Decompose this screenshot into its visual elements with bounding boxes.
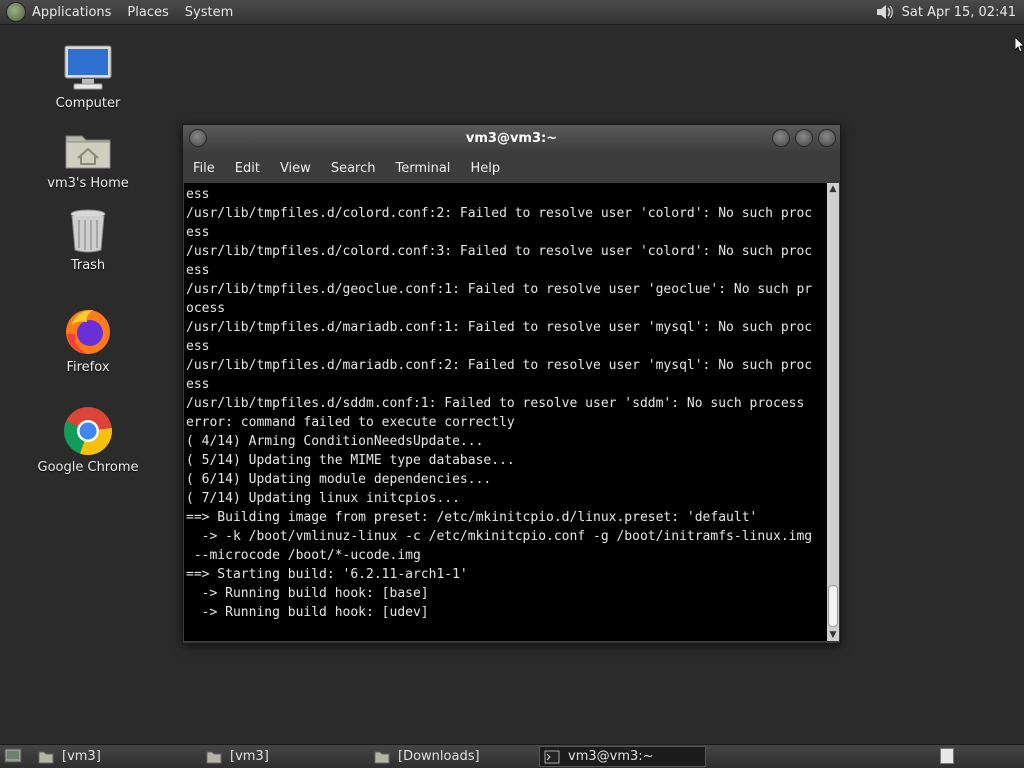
- terminal-line: /usr/lib/tmpfiles.d/colord.conf:2: Faile…: [186, 206, 813, 221]
- desktop-icon-trash[interactable]: Trash: [28, 208, 148, 273]
- terminal-line: ( 7/14) Updating linux initcpios...: [186, 491, 460, 506]
- terminal-line: error: command failed to execute correct…: [186, 415, 515, 430]
- terminal-line: -> Running build hook: [udev]: [186, 605, 429, 620]
- desktop-icon-firefox[interactable]: Firefox: [28, 306, 148, 375]
- terminal-line: ess: [186, 377, 210, 392]
- places-menu[interactable]: Places: [119, 0, 176, 25]
- taskbar-item-vm3-2[interactable]: [vm3]: [206, 746, 366, 767]
- terminal-line: ( 5/14) Updating the MIME type database.…: [186, 453, 515, 468]
- desktop-icon-label: Computer: [55, 96, 121, 111]
- menu-help[interactable]: Help: [460, 161, 510, 176]
- terminal-icon: [544, 750, 560, 763]
- vertical-scrollbar[interactable]: ▲ ▼: [827, 183, 839, 641]
- window-menu-icon[interactable]: [189, 129, 207, 147]
- terminal-line: ess: [186, 339, 210, 354]
- show-desktop-icon[interactable]: [4, 748, 22, 764]
- terminal-line: /usr/lib/tmpfiles.d/colord.conf:3: Faile…: [186, 244, 813, 259]
- terminal-line: ocess: [186, 301, 226, 316]
- clock[interactable]: Sat Apr 15, 02:41: [902, 5, 1024, 20]
- trash-icon: [70, 209, 106, 253]
- minimize-icon[interactable]: [772, 129, 790, 147]
- taskbar-item-vm3-1[interactable]: [vm3]: [38, 746, 198, 767]
- terminal-line: -> -k /boot/vmlinuz-linux -c /etc/mkinit…: [186, 529, 813, 544]
- top-panel: Applications Places System Sat Apr 15, 0…: [0, 0, 1024, 25]
- system-menu[interactable]: System: [177, 0, 241, 25]
- menu-terminal[interactable]: Terminal: [385, 161, 460, 176]
- taskbar-item-label: vm3@vm3:~: [568, 749, 654, 764]
- maximize-icon[interactable]: [795, 129, 813, 147]
- desktop-icon-label: Google Chrome: [37, 460, 139, 475]
- menu-search[interactable]: Search: [321, 161, 386, 176]
- desktop-icon-computer[interactable]: Computer: [28, 44, 148, 111]
- taskbar-item-terminal[interactable]: vm3@vm3:~: [539, 746, 706, 767]
- folder-icon: [38, 751, 54, 763]
- home-folder-icon: [65, 135, 111, 169]
- terminal-line: ( 4/14) Arming ConditionNeedsUpdate...: [186, 434, 484, 449]
- folder-icon: [206, 751, 222, 763]
- terminal-line: ess: [186, 187, 210, 202]
- close-icon[interactable]: [818, 129, 836, 147]
- taskbar-item-downloads[interactable]: [Downloads]: [374, 746, 534, 767]
- computer-icon: [64, 45, 112, 90]
- terminal-line: --microcode /boot/*-ucode.img: [186, 548, 421, 563]
- terminal-line: ==> Building image from preset: /etc/mki…: [186, 510, 758, 525]
- bottom-panel: [vm3] [vm3] [Downloads] vm3@vm3:~: [0, 744, 1024, 768]
- scroll-up-arrow-icon[interactable]: ▲: [827, 183, 839, 195]
- taskbar-item-label: [vm3]: [62, 749, 101, 764]
- terminal-line: /usr/lib/tmpfiles.d/geoclue.conf:1: Fail…: [186, 282, 813, 297]
- menu-view[interactable]: View: [270, 161, 321, 176]
- terminal-line: ess: [186, 225, 210, 240]
- terminal-line: /usr/lib/tmpfiles.d/mariadb.conf:1: Fail…: [186, 320, 813, 335]
- desktop-icon-home[interactable]: vm3's Home: [28, 128, 148, 191]
- chrome-icon: [64, 407, 112, 455]
- speaker-icon[interactable]: [874, 2, 894, 22]
- desktop-icon-label: Trash: [70, 258, 106, 273]
- scroll-down-arrow-icon[interactable]: ▼: [827, 629, 839, 641]
- terminal-menu-bar: File Edit View Search Terminal Help: [183, 153, 840, 183]
- desktop-icon-label: Firefox: [66, 360, 110, 375]
- applications-menu[interactable]: Applications: [28, 0, 119, 25]
- terminal-line: -> Running build hook: [base]: [186, 586, 429, 601]
- firefox-icon: [66, 310, 110, 354]
- menu-edit[interactable]: Edit: [225, 161, 270, 176]
- menu-file[interactable]: File: [183, 161, 225, 176]
- terminal-output[interactable]: ess/usr/lib/tmpfiles.d/colord.conf:2: Fa…: [184, 183, 827, 641]
- gnome-foot-icon[interactable]: [6, 2, 26, 22]
- terminal-line: /usr/lib/tmpfiles.d/sddm.conf:1: Failed …: [186, 396, 805, 411]
- taskbar-item-label: [Downloads]: [398, 749, 480, 764]
- terminal-line: ess: [186, 263, 210, 278]
- workspace-switcher-icon[interactable]: [940, 748, 954, 764]
- folder-icon: [374, 751, 390, 763]
- desktop-icon-chrome[interactable]: Google Chrome: [28, 406, 148, 475]
- taskbar-item-label: [vm3]: [230, 749, 269, 764]
- terminal-window[interactable]: vm3@vm3:~ File Edit View Search Terminal…: [182, 124, 841, 644]
- mouse-cursor-icon: [1015, 37, 1024, 53]
- desktop-icon-label: vm3's Home: [47, 176, 129, 191]
- terminal-line: ==> Starting build: '6.2.11-arch1-1': [186, 567, 468, 582]
- scroll-thumb[interactable]: [828, 585, 838, 627]
- title-bar[interactable]: vm3@vm3:~: [183, 125, 840, 153]
- window-title: vm3@vm3:~: [465, 131, 558, 146]
- terminal-text: ess/usr/lib/tmpfiles.d/colord.conf:2: Fa…: [184, 183, 827, 622]
- terminal-line: ( 6/14) Updating module dependencies...: [186, 472, 492, 487]
- terminal-line: /usr/lib/tmpfiles.d/mariadb.conf:2: Fail…: [186, 358, 813, 373]
